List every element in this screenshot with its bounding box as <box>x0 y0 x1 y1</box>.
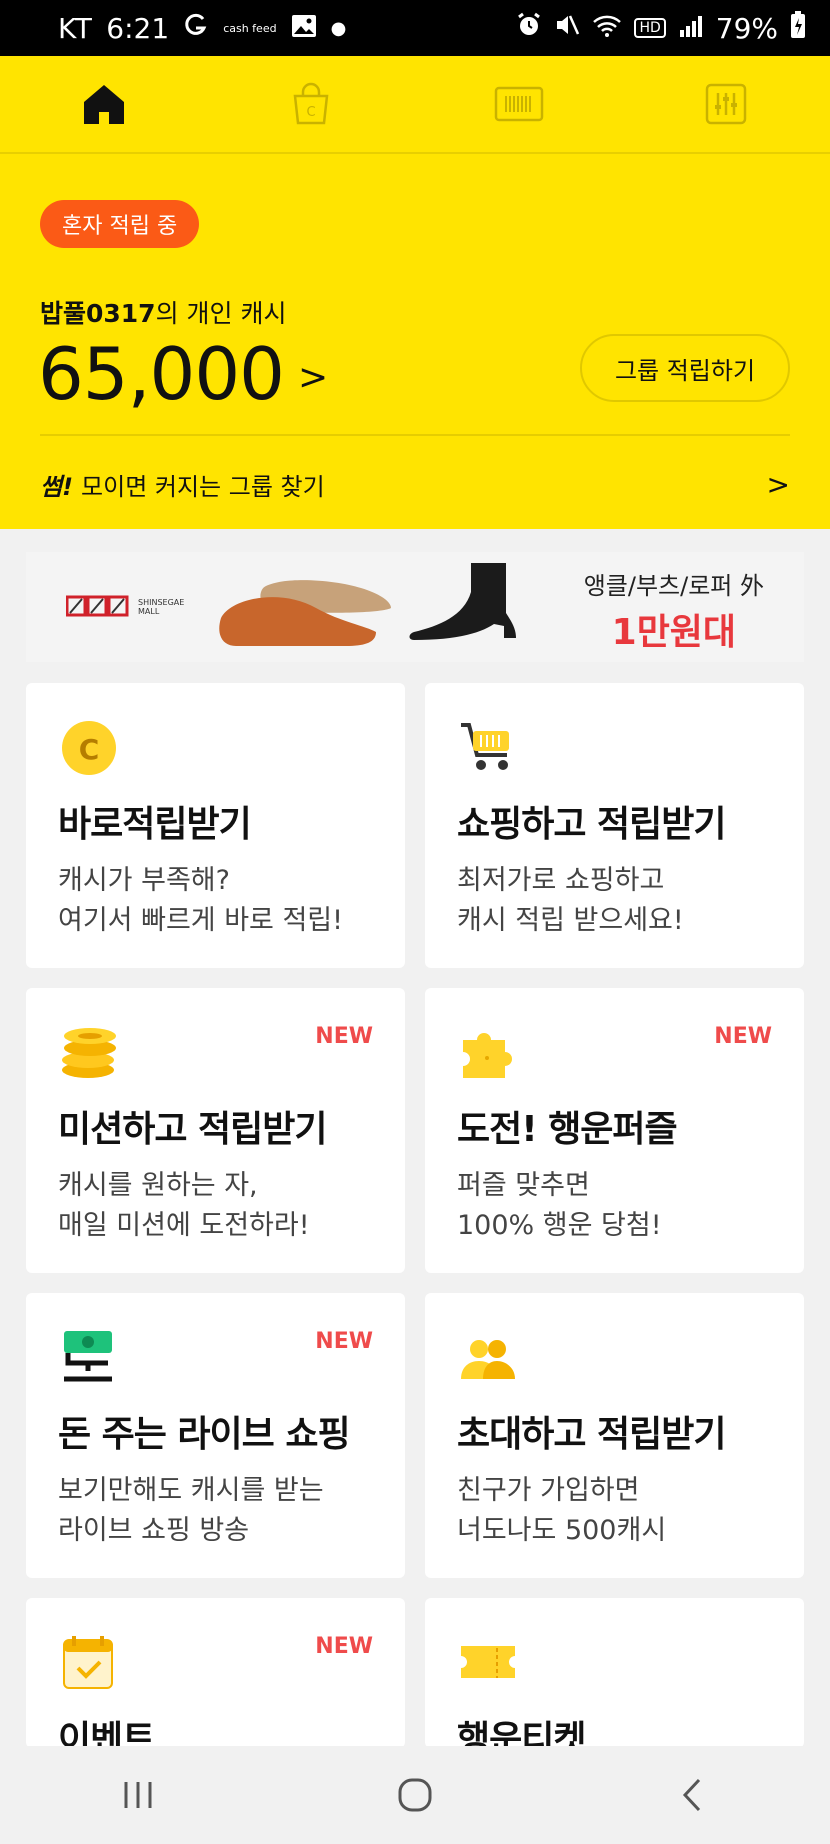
cash-owner-label: 밥풀0317의 개인 캐시 <box>40 294 287 330</box>
new-badge: NEW <box>714 1024 772 1049</box>
battery-label: 79% <box>715 11 778 45</box>
card-lucky-ticket[interactable]: 행운티켓 <box>425 1598 804 1760</box>
find-group-link[interactable]: 썸! 모이면 커지는 그룹 찾기 > <box>40 454 790 514</box>
card-desc: 캐시를 원하는 자, 매일 미션에 도전하라! <box>58 1166 310 1246</box>
carrier-label: KT <box>58 11 93 45</box>
barcode-icon <box>494 86 543 122</box>
card-title: 초대하고 적립받기 <box>457 1414 726 1455</box>
card-live-shopping[interactable]: NEW 돈 주는 라이브 쇼핑 보기만해도 캐시를 받는 라이브 쇼핑 방송 <box>26 1293 405 1578</box>
card-desc-line: 라이브 쇼핑 방송 <box>58 1515 250 1546</box>
card-event[interactable]: NEW 이벤트 <box>26 1598 405 1760</box>
owner-suffix: 의 개인 캐시 <box>155 299 287 328</box>
card-shopping-save[interactable]: 쇼핑하고 적립받기 최저가로 쇼핑하고 캐시 적립 받으세요! <box>425 683 804 968</box>
logo-line2: MALL <box>138 607 160 616</box>
svg-text:C: C <box>307 105 316 120</box>
group-save-button[interactable]: 그룹 적립하기 <box>580 334 790 402</box>
card-title: 미션하고 적립받기 <box>58 1109 327 1150</box>
shopping-bag-icon: C <box>293 82 329 125</box>
card-desc-line: 보기만해도 캐시를 받는 <box>58 1475 324 1506</box>
hd-badge: HD <box>634 18 666 38</box>
image-icon <box>291 12 317 45</box>
card-lucky-puzzle[interactable]: NEW 도전! 행운퍼즐 퍼즐 맞추면 100% 행운 당첨! <box>425 988 804 1273</box>
settings-sliders-icon <box>706 83 747 125</box>
ad-banner[interactable]: SHINSEGAE MALL 앵클/부츠/로퍼 外 1만원대 <box>26 552 804 662</box>
status-bar: KT 6:21 cash feed ● HD 79% <box>0 0 830 56</box>
card-title: 쇼핑하고 적립받기 <box>457 804 726 845</box>
new-badge: NEW <box>315 1024 373 1049</box>
card-desc-line: 100% 행운 당첨! <box>457 1210 662 1241</box>
card-desc: 친구가 가입하면 너도나도 500캐시 <box>457 1471 666 1551</box>
new-badge: NEW <box>315 1634 373 1659</box>
cash-amount-link[interactable]: 65,000 > <box>38 332 328 416</box>
card-desc: 보기만해도 캐시를 받는 라이브 쇼핑 방송 <box>58 1471 324 1551</box>
card-desc-line: 친구가 가입하면 <box>457 1475 640 1506</box>
card-title: 돈 주는 라이브 쇼핑 <box>58 1414 351 1455</box>
card-desc-line: 퍼즐 맞추면 <box>457 1170 590 1201</box>
card-desc-line: 여기서 빠르게 바로 적립! <box>58 905 343 936</box>
cash-summary-panel: 혼자 적립 중 밥풀0317의 개인 캐시 65,000 > 그룹 적립하기 썸… <box>0 154 830 529</box>
tab-shopping[interactable]: C <box>208 56 416 152</box>
g-pay-icon <box>183 12 209 45</box>
cash-amount: 65,000 <box>38 332 285 416</box>
recent-apps-icon <box>124 1782 152 1808</box>
card-desc-line: 너도나도 500캐시 <box>457 1515 667 1546</box>
top-tab-bar: C <box>0 56 830 154</box>
logo-line1: SHINSEGAE <box>138 598 185 607</box>
wifi-icon <box>592 12 622 45</box>
card-desc: 캐시가 부족해? 여기서 빠르게 바로 적립! <box>58 861 343 941</box>
ticket-icon <box>461 1646 515 1678</box>
mute-icon <box>554 12 580 45</box>
divider <box>40 434 790 436</box>
home-icon <box>83 85 124 124</box>
battery-icon <box>790 10 806 46</box>
svg-text:C: C <box>79 733 100 766</box>
tab-home[interactable] <box>0 56 208 152</box>
coin-c-icon: C <box>62 721 116 775</box>
banner-copy-line1: 앵클/부츠/로퍼 外 <box>583 572 764 600</box>
home-button[interactable] <box>355 1760 475 1830</box>
calendar-check-icon <box>63 1636 113 1689</box>
card-mission-save[interactable]: NEW 미션하고 적립받기 캐시를 원하는 자, 매일 미션에 도전하라! <box>26 988 405 1273</box>
dot-icon: ● <box>330 17 347 39</box>
shopping-cart-icon <box>461 723 509 770</box>
friends-icon <box>461 1340 515 1379</box>
card-desc: 최저가로 쇼핑하고 캐시 적립 받으세요! <box>457 861 684 941</box>
card-desc-line: 최저가로 쇼핑하고 <box>457 865 665 896</box>
ssem-brand-label: 썸! <box>40 472 74 501</box>
chevron-right-icon: > <box>297 356 329 398</box>
card-invite-save[interactable]: 초대하고 적립받기 친구가 가입하면 너도나도 500캐시 <box>425 1293 804 1578</box>
money-live-icon <box>64 1331 112 1382</box>
time-label: 6:21 <box>106 11 170 45</box>
new-badge: NEW <box>315 1329 373 1354</box>
system-nav-bar <box>0 1746 830 1844</box>
find-group-label: 모이면 커지는 그룹 찾기 <box>81 472 325 501</box>
cashfeed-notif-icon: cash feed <box>223 21 277 35</box>
tab-settings[interactable] <box>623 56 830 152</box>
card-desc-line: 캐시가 부족해? <box>58 865 230 896</box>
card-desc: 퍼즐 맞추면 100% 행운 당첨! <box>457 1166 662 1246</box>
card-title: 바로적립받기 <box>58 804 252 845</box>
card-desc-line: 캐시 적립 받으세요! <box>457 905 684 936</box>
recent-apps-button[interactable] <box>78 1760 198 1830</box>
coin-stack-icon <box>62 1028 116 1078</box>
owner-name: 밥풀0317 <box>40 299 156 328</box>
card-desc-line: 캐시를 원하는 자, <box>58 1170 258 1201</box>
card-title: 도전! 행운퍼즐 <box>457 1109 678 1150</box>
back-icon <box>682 1778 700 1812</box>
signal-icon <box>678 12 704 45</box>
card-instant-save[interactable]: C 바로적립받기 캐시가 부족해? 여기서 빠르게 바로 적립! <box>26 683 405 968</box>
back-button[interactable] <box>632 1760 752 1830</box>
banner-copy-line2: 1만원대 <box>611 612 737 653</box>
card-desc-line: 매일 미션에 도전하라! <box>58 1210 310 1241</box>
shinsegae-mall-logo: SHINSEGAE MALL <box>66 593 184 621</box>
chevron-right-icon: > <box>766 467 790 501</box>
home-circle-icon <box>398 1778 432 1812</box>
tab-barcode[interactable] <box>415 56 623 152</box>
alarm-icon <box>516 12 542 45</box>
puzzle-piece-icon <box>463 1033 512 1078</box>
shoes-image <box>219 563 516 646</box>
status-badge: 혼자 적립 중 <box>40 200 200 248</box>
